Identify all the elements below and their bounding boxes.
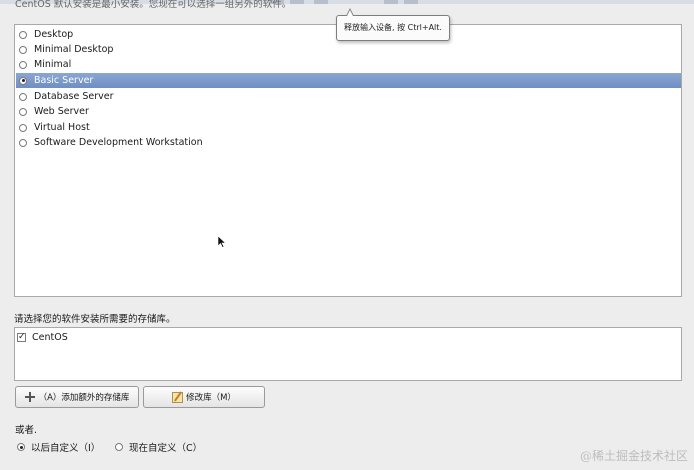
option-minimal[interactable]: Minimal (16, 57, 681, 72)
radio-icon[interactable] (19, 30, 27, 39)
option-web-server[interactable]: Web Server (16, 104, 681, 119)
toolbar-fragment (404, 0, 418, 4)
radio-icon[interactable] (19, 107, 27, 116)
radio-icon[interactable] (19, 76, 27, 85)
watermark: @稀土掘金技术社区 (579, 449, 688, 463)
customize-later-option[interactable]: 以后自定义（I） (17, 440, 100, 454)
modify-repo-label: 修改库（M） (186, 393, 236, 403)
modify-repo-button[interactable]: 修改库（M） (143, 386, 265, 408)
toolbar-fragment (314, 0, 328, 4)
option-label: Web Server (34, 106, 89, 117)
radio-icon[interactable] (115, 443, 123, 451)
toolbar-fragment (290, 0, 304, 4)
add-repo-label: （A）添加额外的存储库 (38, 393, 130, 403)
install-options-list[interactable]: Desktop Minimal Desktop Minimal Basic Se… (14, 24, 682, 297)
mouse-pointer-icon (218, 236, 226, 248)
option-label: Virtual Host (34, 122, 90, 133)
option-label: Minimal (34, 59, 72, 70)
option-label: Basic Server (34, 75, 94, 86)
option-label: Desktop (34, 29, 74, 40)
option-basic-server[interactable]: Basic Server (16, 73, 681, 88)
release-input-tooltip: 释放输入设备, 按 Ctrl+Alt. (336, 15, 450, 41)
option-label: Minimal Desktop (34, 44, 114, 55)
repo-item-label: CentOS (32, 331, 68, 343)
customize-now-option[interactable]: 现在自定义（C） (115, 440, 202, 454)
radio-icon[interactable] (17, 443, 25, 451)
tooltip-tail (346, 8, 354, 16)
edit-icon (172, 391, 184, 403)
option-virtual-host[interactable]: Virtual Host (16, 120, 681, 135)
page-description: CentOS 默认安装是最小安装。您现在可以选择一组另外的软件。 (15, 0, 292, 10)
customize-later-label: 以后自定义（I） (31, 443, 101, 454)
option-label: Software Development Workstation (34, 137, 203, 148)
radio-icon[interactable] (19, 60, 27, 69)
toolbar-fragment (384, 0, 398, 4)
repo-section-label: 请选择您的软件安装所需要的存储库。 (14, 314, 176, 325)
radio-icon[interactable] (19, 92, 27, 101)
option-label: Database Server (34, 91, 114, 102)
or-label: 或者. (15, 425, 38, 436)
add-repo-button[interactable]: （A）添加额外的存储库 (15, 386, 139, 408)
repo-item-centos[interactable]: ✓ CentOS (17, 330, 68, 344)
customize-now-label: 现在自定义（C） (129, 443, 203, 454)
radio-icon[interactable] (19, 123, 27, 132)
repo-list[interactable]: ✓ CentOS (14, 327, 682, 381)
option-minimal-desktop[interactable]: Minimal Desktop (16, 42, 681, 57)
option-software-development-workstation[interactable]: Software Development Workstation (16, 135, 681, 150)
option-database-server[interactable]: Database Server (16, 89, 681, 104)
checkbox-checked-icon[interactable]: ✓ (17, 332, 26, 342)
radio-icon[interactable] (19, 138, 27, 147)
plus-icon (24, 392, 35, 402)
radio-icon[interactable] (19, 45, 27, 54)
